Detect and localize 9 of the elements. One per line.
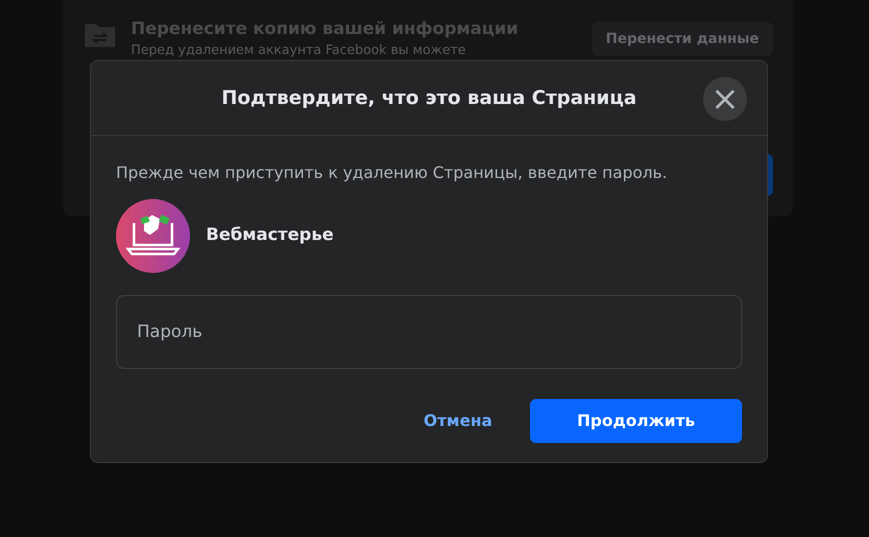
close-button[interactable]: ×	[703, 77, 747, 121]
card-subtitle: Перед удалением аккаунта Facebook вы можете	[131, 42, 467, 60]
cancel-button[interactable]: Отмена	[398, 399, 518, 443]
page-name: Вебмастерье	[206, 224, 334, 248]
password-field[interactable]: Пароль	[116, 295, 742, 369]
dialog-message: Прежде чем приступить к удалению Страницы, введите пароль.	[116, 162, 668, 184]
transfer-button[interactable]: Перенести данные	[592, 22, 773, 56]
continue-button[interactable]: Продолжить	[530, 399, 742, 443]
dialog-title: Подтвердите, что это ваша Страница	[221, 86, 637, 111]
